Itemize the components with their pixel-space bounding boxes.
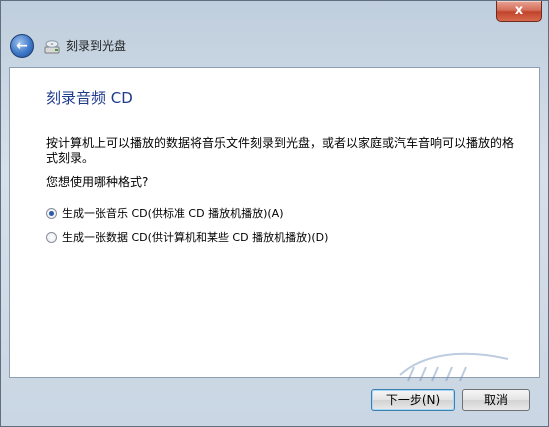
- close-icon: x: [514, 3, 524, 18]
- disc-burn-icon: [44, 40, 60, 54]
- main-heading: 刻录音频 CD: [46, 89, 133, 107]
- title-bar[interactable]: x: [1, 1, 548, 25]
- page-title: 刻录到光盘: [66, 39, 127, 53]
- option-music-cd-label[interactable]: 生成一张音乐 CD(供标准 CD 播放机播放)(A): [62, 206, 283, 222]
- dialog-window: x ← 刻录到光盘 刻录音频 CD 按计算机上可以播放的数据将音乐文件刻录到光盘…: [0, 0, 549, 427]
- close-button[interactable]: x: [496, 1, 542, 22]
- navigation-bar: ← 刻录到光盘: [1, 27, 548, 65]
- content-panel: 刻录音频 CD 按计算机上可以播放的数据将音乐文件刻录到光盘，或者以家庭或汽车音…: [9, 67, 540, 378]
- radio-music-cd[interactable]: [46, 208, 57, 219]
- format-question: 您想使用哪种格式?: [46, 175, 149, 189]
- back-arrow-icon: ←: [16, 38, 28, 54]
- back-button[interactable]: ←: [10, 34, 34, 58]
- description-text: 按计算机上可以播放的数据将音乐文件刻录到光盘，或者以家庭或汽车音响可以播放的格式…: [46, 136, 515, 165]
- next-button[interactable]: 下一步(N): [371, 389, 455, 411]
- watermark-logo: [399, 352, 509, 382]
- option-data-cd-label[interactable]: 生成一张数据 CD(供计算机和某些 CD 播放机播放)(D): [62, 230, 328, 246]
- radio-data-cd[interactable]: [46, 232, 57, 243]
- cancel-button[interactable]: 取消: [462, 389, 530, 411]
